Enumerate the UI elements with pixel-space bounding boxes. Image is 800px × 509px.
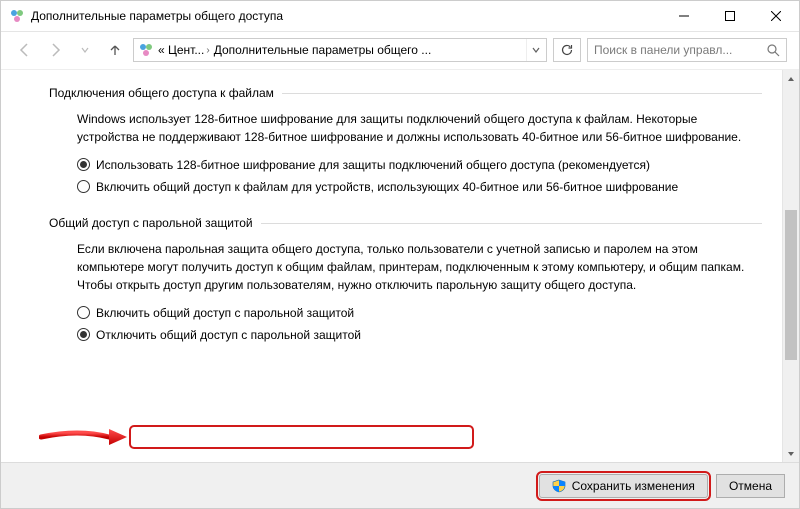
close-button[interactable]: [753, 1, 799, 31]
radio-option-encryption-40-56[interactable]: Включить общий доступ к файлам для устро…: [77, 178, 762, 196]
nav-back-button[interactable]: [13, 38, 37, 62]
divider: [282, 93, 762, 94]
section-header: Общий доступ с парольной защитой: [49, 216, 762, 230]
button-label: Сохранить изменения: [572, 479, 695, 493]
radio-label: Включить общий доступ к файлам для устро…: [96, 178, 762, 196]
cancel-button[interactable]: Отмена: [716, 474, 785, 498]
scroll-down-button[interactable]: [783, 445, 799, 462]
breadcrumb[interactable]: « Цент... ›: [158, 43, 210, 57]
search-placeholder: Поиск в панели управл...: [594, 43, 763, 57]
breadcrumb[interactable]: Дополнительные параметры общего ...: [214, 43, 432, 57]
radio-label: Отключить общий доступ с парольной защит…: [96, 326, 762, 344]
save-changes-button[interactable]: Сохранить изменения: [539, 474, 708, 498]
address-dropdown[interactable]: [526, 39, 544, 61]
nav-row: « Цент... › Дополнительные параметры общ…: [1, 32, 799, 68]
vertical-scrollbar[interactable]: [782, 70, 799, 462]
radio-option-encryption-128[interactable]: Использовать 128-битное шифрование для з…: [77, 156, 762, 174]
search-input[interactable]: Поиск в панели управл...: [587, 38, 787, 62]
app-icon: [9, 8, 25, 24]
scrollbar-thumb[interactable]: [785, 210, 797, 360]
refresh-button[interactable]: [553, 38, 581, 62]
nav-forward-button[interactable]: [43, 38, 67, 62]
content-area: Подключения общего доступа к файлам Wind…: [1, 69, 799, 462]
section-description: Windows использует 128-битное шифрование…: [77, 110, 762, 146]
radio-label: Включить общий доступ с парольной защито…: [96, 304, 762, 322]
section-header: Подключения общего доступа к файлам: [49, 86, 762, 100]
button-label: Отмена: [729, 479, 772, 493]
breadcrumb-segment[interactable]: « Цент...: [158, 43, 204, 57]
shield-icon: [552, 479, 566, 493]
divider: [261, 223, 762, 224]
nav-recent-dropdown[interactable]: [73, 38, 97, 62]
search-icon: [767, 44, 780, 57]
radio-icon: [77, 306, 90, 319]
radio-label: Использовать 128-битное шифрование для з…: [96, 156, 762, 174]
section-title: Подключения общего доступа к файлам: [49, 86, 274, 100]
address-icon: [138, 42, 154, 58]
radio-option-password-on[interactable]: Включить общий доступ с парольной защито…: [77, 304, 762, 322]
minimize-button[interactable]: [661, 1, 707, 31]
maximize-button[interactable]: [707, 1, 753, 31]
section-description: Если включена парольная защита общего до…: [77, 240, 762, 294]
chevron-right-icon: ›: [206, 45, 209, 56]
scroll-up-button[interactable]: [783, 70, 799, 87]
titlebar: Дополнительные параметры общего доступа: [1, 1, 799, 32]
breadcrumb-segment[interactable]: Дополнительные параметры общего ...: [214, 43, 432, 57]
footer: Сохранить изменения Отмена: [1, 462, 799, 508]
address-bar[interactable]: « Цент... › Дополнительные параметры общ…: [133, 38, 547, 62]
radio-icon: [77, 158, 90, 171]
nav-up-button[interactable]: [103, 38, 127, 62]
radio-icon: [77, 180, 90, 193]
section-title: Общий доступ с парольной защитой: [49, 216, 253, 230]
window-title: Дополнительные параметры общего доступа: [31, 9, 661, 23]
radio-option-password-off[interactable]: Отключить общий доступ с парольной защит…: [77, 326, 762, 344]
radio-icon: [77, 328, 90, 341]
